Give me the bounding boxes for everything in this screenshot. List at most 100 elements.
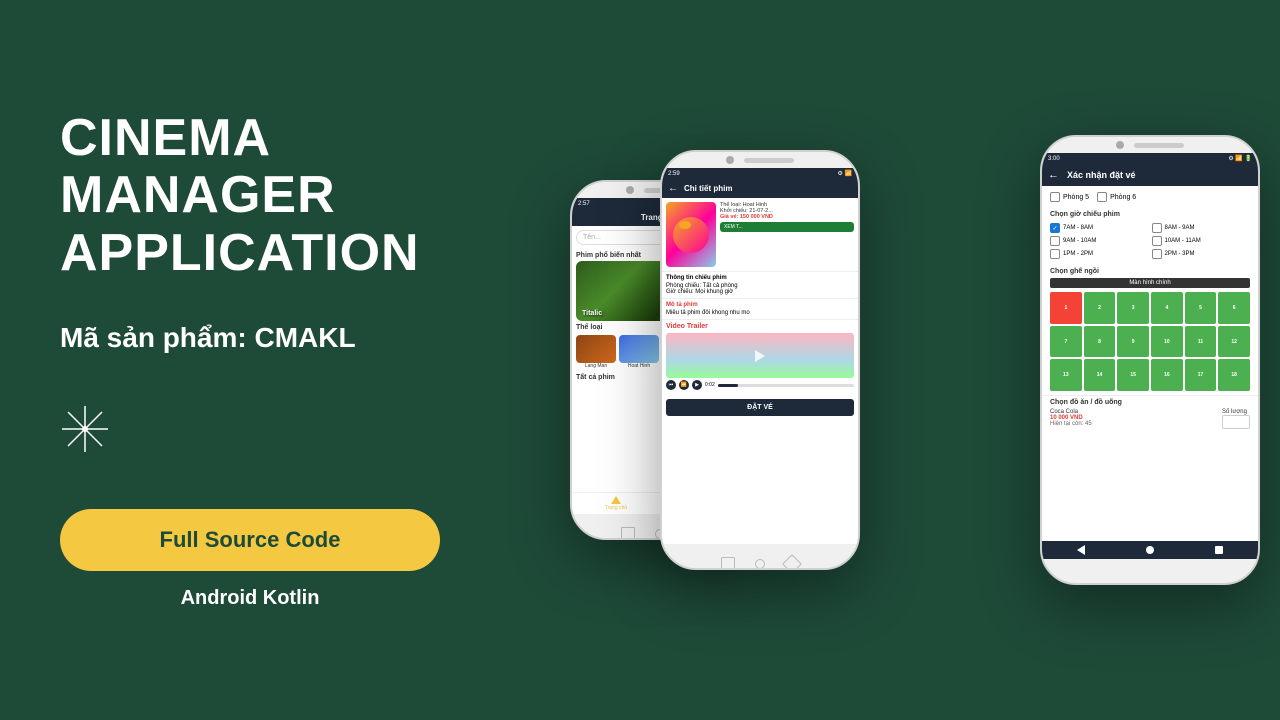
time-7am-8am[interactable]: ✓ 7AM - 8AM: [1050, 223, 1149, 233]
phone2-camera: [726, 156, 734, 164]
seat-2[interactable]: 2: [1084, 292, 1116, 324]
app-title: CINEMA MANAGER APPLICATION: [60, 110, 520, 282]
genre-thumb-1: [576, 335, 616, 363]
room5-cb: [1050, 192, 1060, 202]
android-kotlin-label: Android Kotlin: [60, 587, 440, 610]
time-cb-1pm: [1050, 249, 1060, 259]
time-label-4: 10AM - 11AM: [1165, 238, 1201, 244]
time-label-2: 8AM - 9AM: [1165, 225, 1195, 231]
room5-label: Phòng 5: [1063, 194, 1089, 201]
info-title: Thông tin chiếu phim: [666, 275, 854, 281]
full-source-code-button[interactable]: Full Source Code: [60, 509, 440, 571]
room6-label: Phòng 6: [1110, 194, 1136, 201]
movie-poster: [666, 202, 716, 267]
seat-10[interactable]: 10: [1151, 326, 1183, 358]
seat-11[interactable]: 11: [1185, 326, 1217, 358]
phone2-speaker: [744, 158, 794, 163]
nav-back-btn-1[interactable]: [621, 527, 635, 540]
seat-15[interactable]: 15: [1117, 359, 1149, 391]
seat-13[interactable]: 13: [1050, 359, 1082, 391]
phone3-speaker: [1134, 143, 1184, 148]
detail-header: ← Chi tiết phim: [662, 179, 858, 198]
food-info: Coca Cola 10 000 VND Hiện tại còn: 45: [1050, 409, 1092, 427]
nav-home-icon[interactable]: [1146, 546, 1154, 554]
nav-recent-btn-2[interactable]: [782, 554, 802, 570]
time-9am-10am[interactable]: 9AM - 10AM: [1050, 236, 1149, 246]
seat-8[interactable]: 8: [1084, 326, 1116, 358]
movie-banner-title: Titalic: [582, 310, 602, 317]
status-time-2: 2:59: [668, 171, 680, 177]
skip-back-btn[interactable]: ⏮: [666, 380, 676, 390]
watch-button[interactable]: XEM T...: [720, 222, 854, 232]
nav-back-btn-2[interactable]: [721, 557, 735, 570]
seat-7[interactable]: 7: [1050, 326, 1082, 358]
room-checkboxes: Phòng 5 Phòng 6: [1042, 186, 1258, 208]
room6-checkbox[interactable]: Phòng 6: [1097, 192, 1136, 202]
time-cb-10am: [1152, 236, 1162, 246]
seat-grid: 1 2 3 4 5 6 7 8 9 10 11 12 13 14 15 16 1: [1042, 292, 1258, 391]
booking-nav-bottom: [1042, 541, 1258, 559]
book-ticket-button[interactable]: ĐẶT VÉ: [666, 399, 854, 416]
seat-section-title: Chọn ghế ngồi: [1042, 265, 1258, 278]
time-cb-checked: ✓: [1050, 223, 1060, 233]
time-info: Giờ chiếu: Mọi khung giờ: [666, 289, 854, 295]
seat-1[interactable]: 1: [1050, 292, 1082, 324]
progress-bar: [718, 384, 854, 387]
seat-6[interactable]: 6: [1218, 292, 1250, 324]
seat-18[interactable]: 18: [1218, 359, 1250, 391]
seat-16[interactable]: 16: [1151, 359, 1183, 391]
progress-fill: [718, 384, 738, 387]
seat-17[interactable]: 17: [1185, 359, 1217, 391]
booking-header: ← Xác nhận đặt vé: [1042, 164, 1258, 186]
rewind-btn[interactable]: ⏪: [679, 380, 689, 390]
time-cb-9am: [1050, 236, 1060, 246]
nav-home[interactable]: Trang chủ: [572, 496, 660, 511]
video-controls: ⏮ ⏪ ▶ 0:02: [666, 378, 854, 392]
nav-home-label: Trang chủ: [605, 505, 627, 511]
seat-4[interactable]: 4: [1151, 292, 1183, 324]
seat-3[interactable]: 3: [1117, 292, 1149, 324]
trailer-title: Video Trailer: [666, 323, 854, 330]
poster-art: [673, 217, 709, 253]
time-label-1: 7AM - 8AM: [1063, 225, 1093, 231]
seat-14[interactable]: 14: [1084, 359, 1116, 391]
phone2-screen: 2:59 ⚙ 📶 ← Chi tiết phim Thể: [662, 168, 858, 544]
booking-screen: 3:00 ⚙ 📶 🔋 ← Xác nhận đặt vé Phòng 5: [1042, 153, 1258, 559]
phone3-screen: 3:00 ⚙ 📶 🔋 ← Xác nhận đặt vé Phòng 5: [1042, 153, 1258, 559]
star-decoration: [60, 404, 520, 459]
food-quantity: Số lượng: [1222, 409, 1250, 429]
food-section: Chọn đồ ăn / đồ uống Coca Cola 10 000 VN…: [1042, 395, 1258, 432]
time-display: 0:02: [705, 382, 715, 388]
nav-home-btn-2[interactable]: [755, 559, 765, 569]
seat-12[interactable]: 12: [1218, 326, 1250, 358]
time-cb-8am: [1152, 223, 1162, 233]
status-time-1: 2:57: [578, 201, 590, 207]
play-btn[interactable]: ▶: [692, 380, 702, 390]
nav-back-icon[interactable]: [1077, 545, 1085, 555]
phone2-bottom: [662, 544, 858, 570]
time-cb-2pm: [1152, 249, 1162, 259]
genre-item-2: Hoat Hinh: [619, 335, 659, 369]
phone-detail: 2:59 ⚙ 📶 ← Chi tiết phim Thể: [660, 150, 860, 570]
time-8am-9am[interactable]: 8AM - 9AM: [1152, 223, 1251, 233]
time-10am-11am[interactable]: 10AM - 11AM: [1152, 236, 1251, 246]
genre-label-2: Hoat Hinh: [619, 363, 659, 369]
detail-header-title: Chi tiết phim: [684, 184, 732, 193]
nav-recent-icon[interactable]: [1215, 546, 1223, 554]
booking-header-title: Xác nhận đặt vé: [1067, 170, 1136, 180]
star-icon: [60, 404, 110, 454]
room5-checkbox[interactable]: Phòng 5: [1050, 192, 1089, 202]
time-2pm-3pm[interactable]: 2PM - 3PM: [1152, 249, 1251, 259]
genre-thumb-2: [619, 335, 659, 363]
booking-back-arrow[interactable]: ←: [1048, 169, 1059, 181]
time-1pm-2pm[interactable]: 1PM - 2PM: [1050, 249, 1149, 259]
status-time-3: 3:00: [1048, 156, 1060, 162]
home-icon: [611, 496, 621, 504]
trailer-section: Video Trailer ⏮ ⏪ ▶ 0:02: [662, 320, 858, 395]
qty-input[interactable]: [1222, 415, 1250, 429]
seat-5[interactable]: 5: [1185, 292, 1217, 324]
status-bar-3: 3:00 ⚙ 📶 🔋: [1042, 153, 1258, 164]
seat-9[interactable]: 9: [1117, 326, 1149, 358]
detail-info: Thể loại: Hoat Hinh Khởi chiếu: 21-07-2.…: [720, 202, 854, 267]
detail-back-arrow[interactable]: ←: [668, 183, 678, 194]
